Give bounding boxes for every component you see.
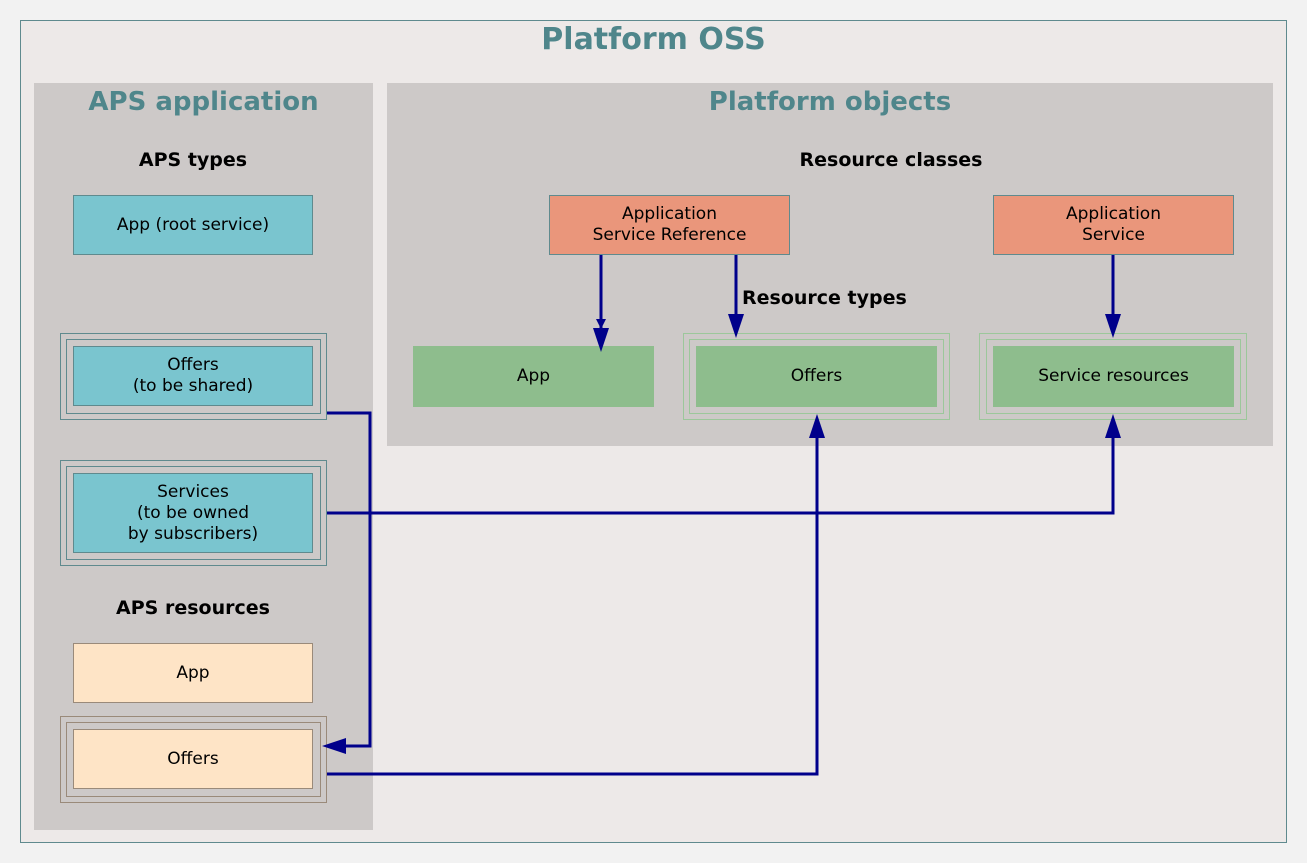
edges-layer <box>322 255 1121 776</box>
arrowhead <box>1105 414 1121 438</box>
arrowhead <box>322 738 346 754</box>
arrowhead <box>593 328 609 352</box>
arrowhead <box>809 414 825 438</box>
edge-services-to-service-resources <box>327 438 1115 515</box>
arrowhead <box>1105 314 1121 338</box>
edge-offers-shared-to-aps-resource-offers <box>327 411 372 748</box>
edge-aps-resource-offers-to-rt-offers <box>327 438 819 776</box>
arrowhead <box>728 314 744 338</box>
